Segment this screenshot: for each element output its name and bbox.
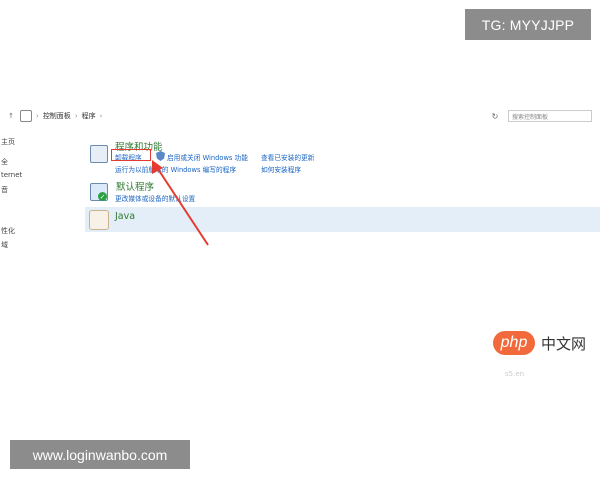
annotation-arrow xyxy=(152,160,209,246)
arrow-head xyxy=(152,160,163,174)
arrow-line xyxy=(155,165,209,246)
